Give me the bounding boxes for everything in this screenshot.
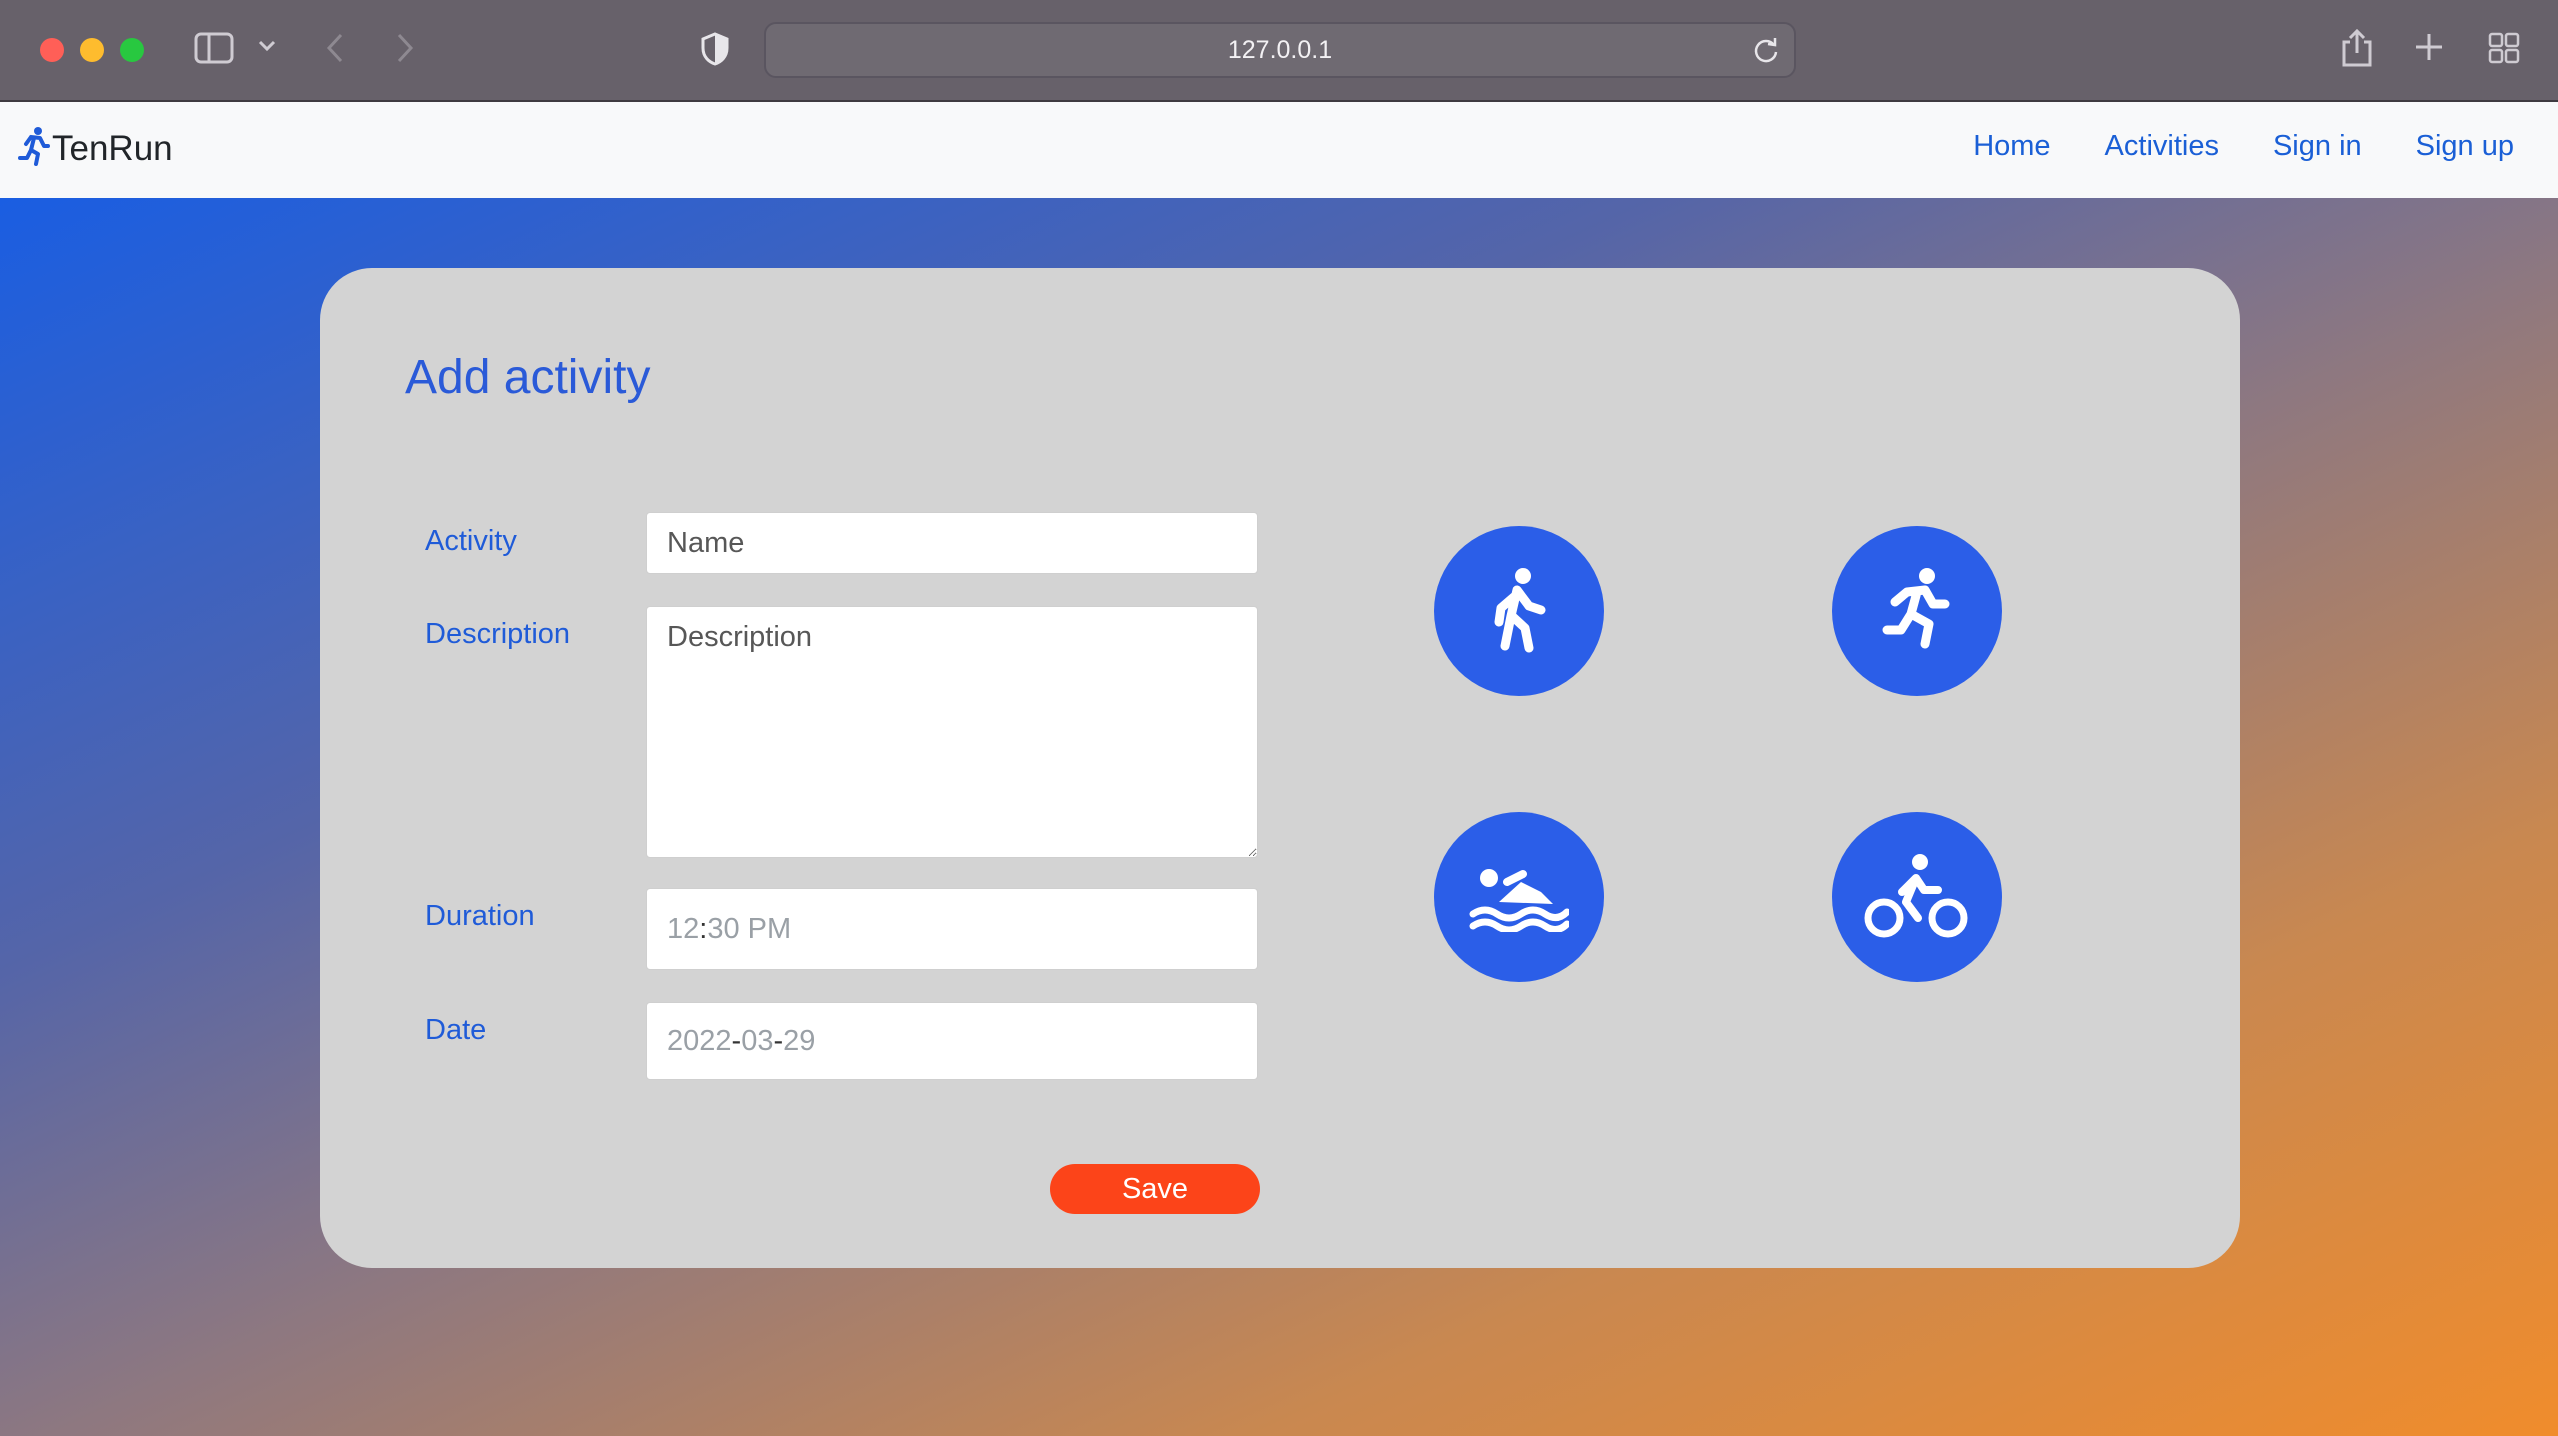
window-minimize-button[interactable] bbox=[80, 38, 104, 62]
brand-link[interactable]: TenRun bbox=[18, 126, 173, 171]
address-bar[interactable]: 127.0.0.1 bbox=[764, 22, 1796, 78]
date-label: Date bbox=[425, 1014, 487, 1046]
window-maximize-button[interactable] bbox=[120, 38, 144, 62]
duration-period: PM bbox=[747, 912, 792, 945]
time-separator: : bbox=[699, 912, 708, 945]
back-icon[interactable] bbox=[325, 32, 345, 64]
date-separator: - bbox=[731, 1024, 742, 1057]
swim-icon bbox=[1469, 869, 1569, 932]
duration-time-input[interactable]: 12:30 PM bbox=[646, 888, 1258, 970]
forward-icon[interactable] bbox=[395, 32, 415, 64]
run-icon bbox=[1882, 568, 1950, 649]
top-navbar: TenRun Home Activities Sign in Sign up bbox=[0, 102, 2558, 198]
runner-logo-icon bbox=[18, 126, 50, 171]
activity-label: Activity bbox=[425, 525, 517, 557]
duration-label: Duration bbox=[425, 900, 535, 932]
walk-icon bbox=[1494, 568, 1546, 653]
description-label: Description bbox=[425, 618, 571, 650]
chevron-down-icon[interactable] bbox=[258, 40, 276, 52]
date-separator: - bbox=[773, 1024, 784, 1057]
sidebar-icon[interactable] bbox=[194, 32, 234, 64]
share-icon[interactable] bbox=[2340, 28, 2374, 68]
activity-name-input[interactable] bbox=[646, 512, 1258, 574]
url-text: 127.0.0.1 bbox=[1227, 35, 1333, 64]
swim-activity-button[interactable] bbox=[1434, 812, 1604, 982]
nav-links: Home Activities Sign in Sign up bbox=[1973, 130, 2514, 163]
nav-activities-link[interactable]: Activities bbox=[2105, 130, 2219, 163]
description-textarea[interactable] bbox=[646, 606, 1258, 858]
walk-activity-button[interactable] bbox=[1434, 526, 1604, 696]
add-activity-card: Add activity Activity Description Durati… bbox=[320, 268, 2240, 1268]
tab-overview-icon[interactable] bbox=[2488, 32, 2520, 64]
page-title: Add activity bbox=[405, 351, 651, 404]
browser-toolbar: 127.0.0.1 bbox=[0, 0, 2558, 102]
nav-signin-link[interactable]: Sign in bbox=[2273, 130, 2362, 163]
nav-home-link[interactable]: Home bbox=[1973, 130, 2050, 163]
save-button[interactable]: Save bbox=[1050, 1164, 1260, 1214]
new-tab-icon[interactable] bbox=[2414, 32, 2444, 62]
shield-icon[interactable] bbox=[700, 32, 730, 66]
duration-minute: 30 bbox=[707, 912, 740, 945]
date-day: 29 bbox=[783, 1024, 816, 1057]
duration-hour: 12 bbox=[667, 912, 700, 945]
nav-signup-link[interactable]: Sign up bbox=[2416, 130, 2514, 163]
date-year: 2022 bbox=[667, 1024, 732, 1057]
date-input[interactable]: 2022-03-29 bbox=[646, 1002, 1258, 1080]
main-background: Add activity Activity Description Durati… bbox=[0, 198, 2558, 1436]
window-close-button[interactable] bbox=[40, 38, 64, 62]
brand-name: TenRun bbox=[52, 128, 173, 168]
date-month: 03 bbox=[741, 1024, 774, 1057]
reload-icon[interactable] bbox=[1752, 36, 1780, 64]
bike-activity-button[interactable] bbox=[1832, 812, 2002, 982]
bike-icon bbox=[1864, 854, 1968, 938]
run-activity-button[interactable] bbox=[1832, 526, 2002, 696]
